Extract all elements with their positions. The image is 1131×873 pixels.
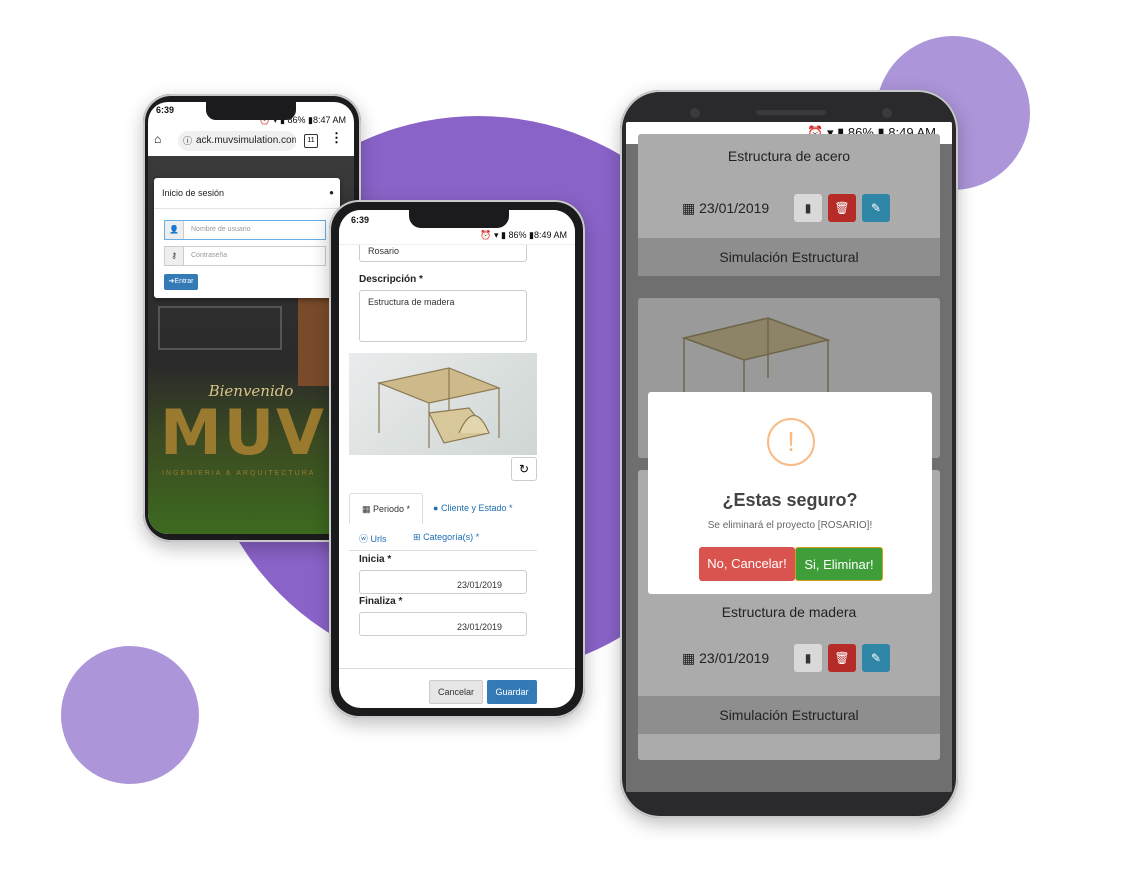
- save-label: Guardar: [495, 687, 529, 697]
- project-card: Estructura de acero ▦ 23/01/2019 ▮ 🗑 ✎ S…: [638, 134, 940, 276]
- footer-divider: [339, 668, 575, 669]
- phone-list-screen: ⏰ ▾ ▮ 86% ▮ 8:49 AM Estructura de acero …: [626, 122, 952, 792]
- password-input[interactable]: ⚷ Contraseña: [164, 246, 326, 266]
- purple-circle-bottom-left: [61, 646, 199, 784]
- status-indicators: ⏰ ▾ ▮ 86% ▮8:49 AM: [480, 230, 567, 240]
- wordpress-icon: ⓦ: [359, 534, 369, 544]
- delete-button[interactable]: 🗑: [828, 644, 856, 672]
- user-icon: ●: [433, 503, 439, 513]
- info-icon: ⓘ: [183, 136, 193, 146]
- project-title: Estructura de madera: [721, 604, 857, 620]
- calendar-icon: ▦: [682, 650, 696, 666]
- file-icon: ▮: [804, 651, 812, 665]
- description-value: Estructura de madera: [368, 297, 455, 307]
- tabs-count-button[interactable]: 11: [304, 134, 318, 148]
- user-icon: 👤: [165, 221, 184, 239]
- start-date-input[interactable]: 23/01/2019: [359, 570, 527, 594]
- tab-urls[interactable]: ⓦ Urls: [359, 532, 387, 545]
- login-header: Inicio de sesión ●: [154, 178, 340, 209]
- warning-icon-glyph: !: [787, 426, 795, 457]
- tab-categorias[interactable]: ⊞ Categoría(s) *: [413, 532, 479, 543]
- tab-urls-label: Urls: [370, 534, 387, 544]
- tab-categorias-label: Categoría(s) *: [423, 532, 480, 542]
- cancel-label: Cancelar: [437, 687, 475, 697]
- windows-icon: ⊞: [413, 532, 421, 542]
- confirm-delete-label: Si, Eliminar!: [804, 557, 874, 572]
- project-category: Simulación Estructural: [638, 696, 940, 734]
- project-preview-image: [349, 353, 537, 455]
- phone-form: 6:39 ⏰ ▾ ▮ 86% ▮8:49 AM Rosario Descripc…: [329, 200, 585, 718]
- username-placeholder: Nombre de usuario: [191, 226, 251, 233]
- edit-button[interactable]: ✎: [862, 644, 890, 672]
- phone-form-screen: 6:39 ⏰ ▾ ▮ 86% ▮8:49 AM Rosario Descripc…: [339, 210, 575, 708]
- start-date-label: Inicia *: [359, 554, 392, 565]
- login-button[interactable]: ➜Entrar: [164, 274, 198, 290]
- end-date-value: 23/01/2019: [456, 622, 502, 632]
- tab-periodo[interactable]: ▦ Periodo *: [349, 493, 423, 524]
- browser-url-bar: ⌂ ⓘ ack.muvsimulation.com 11 ⋮: [148, 126, 354, 157]
- status-time: 6:39: [156, 105, 175, 115]
- confirm-dialog: ! ¿Estas seguro? Se eliminará el proyect…: [648, 392, 932, 594]
- url-text: ack.muvsimulation.com: [196, 135, 296, 146]
- view-file-button[interactable]: ▮: [794, 644, 822, 672]
- login-title: Inicio de sesión: [162, 188, 225, 198]
- brand-tagline: INGENIERIA & ARQUITECTURA: [162, 470, 316, 477]
- login-panel: Inicio de sesión ● 👤 Nombre de usuario ⚷…: [154, 178, 340, 298]
- brand-logo: MUV: [160, 396, 327, 469]
- status-time: 6:39: [351, 215, 370, 225]
- description-label: Descripción *: [359, 274, 423, 285]
- phone-list: ⏰ ▾ ▮ 86% ▮ 8:49 AM Estructura de acero …: [620, 90, 958, 818]
- project-date-value: 23/01/2019: [699, 200, 770, 216]
- start-date-value: 23/01/2019: [456, 580, 502, 590]
- tab-cliente-label: Cliente y Estado *: [440, 503, 513, 513]
- project-date: ▦ 23/01/2019: [682, 650, 769, 667]
- login-button-label: Entrar: [174, 278, 194, 285]
- key-icon: ⚷: [165, 247, 184, 265]
- project-category: Simulación Estructural: [638, 238, 940, 276]
- project-name-value: Rosario: [368, 246, 400, 256]
- cancel-button[interactable]: Cancelar: [429, 680, 483, 704]
- calendar-icon: ▦: [682, 200, 696, 216]
- project-date-value: 23/01/2019: [699, 650, 770, 666]
- project-title: Estructura de acero: [727, 148, 851, 164]
- calendar-icon: ▦: [361, 504, 371, 514]
- password-placeholder: Contraseña: [191, 252, 228, 259]
- user-icon: ●: [329, 188, 334, 197]
- list-area: Estructura de acero ▦ 23/01/2019 ▮ 🗑 ✎ S…: [626, 134, 952, 792]
- building-window: [158, 306, 282, 350]
- username-input[interactable]: 👤 Nombre de usuario: [164, 220, 326, 240]
- home-icon[interactable]: ⌂: [154, 132, 161, 146]
- dialog-title: ¿Estas seguro?: [722, 490, 858, 510]
- save-button[interactable]: Guardar: [487, 680, 537, 704]
- url-field[interactable]: ⓘ ack.muvsimulation.com: [178, 131, 296, 151]
- cancel-delete-label: No, Cancelar!: [707, 556, 787, 571]
- confirm-delete-button[interactable]: Si, Eliminar!: [795, 547, 883, 581]
- project-date: ▦ 23/01/2019: [682, 200, 769, 217]
- notch: [409, 210, 509, 228]
- file-icon: ▮: [804, 201, 812, 215]
- more-options-icon[interactable]: ⋮: [330, 130, 343, 146]
- delete-button[interactable]: 🗑: [828, 194, 856, 222]
- warning-icon: !: [767, 418, 815, 466]
- speaker-bar: [660, 102, 918, 122]
- wood-structure-render: [376, 367, 502, 448]
- trash-icon: 🗑: [834, 651, 850, 665]
- phone-login-screen: 6:39 ⏰ ▾ ▮ 86% ▮8:47 AM ⌂ ⓘ ack.muvsimul…: [148, 102, 354, 534]
- tab-cliente-estado[interactable]: ● Cliente y Estado *: [433, 503, 513, 513]
- tab-periodo-label: Periodo *: [373, 504, 411, 514]
- edit-icon: ✎: [870, 651, 882, 665]
- cancel-delete-button[interactable]: No, Cancelar!: [699, 547, 795, 581]
- notch: [206, 102, 296, 120]
- end-date-input[interactable]: 23/01/2019: [359, 612, 527, 636]
- dialog-message: Se eliminará el proyecto [ROSARIO]!: [707, 520, 873, 531]
- view-file-button[interactable]: ▮: [794, 194, 822, 222]
- trash-icon: 🗑: [834, 201, 850, 215]
- end-date-label: Finaliza *: [359, 596, 403, 607]
- refresh-button[interactable]: ↻: [511, 457, 537, 481]
- edit-icon: ✎: [870, 201, 882, 215]
- description-textarea[interactable]: Estructura de madera: [359, 290, 527, 342]
- tabs-divider: [349, 550, 537, 551]
- edit-button[interactable]: ✎: [862, 194, 890, 222]
- tabs-count: 11: [307, 137, 315, 144]
